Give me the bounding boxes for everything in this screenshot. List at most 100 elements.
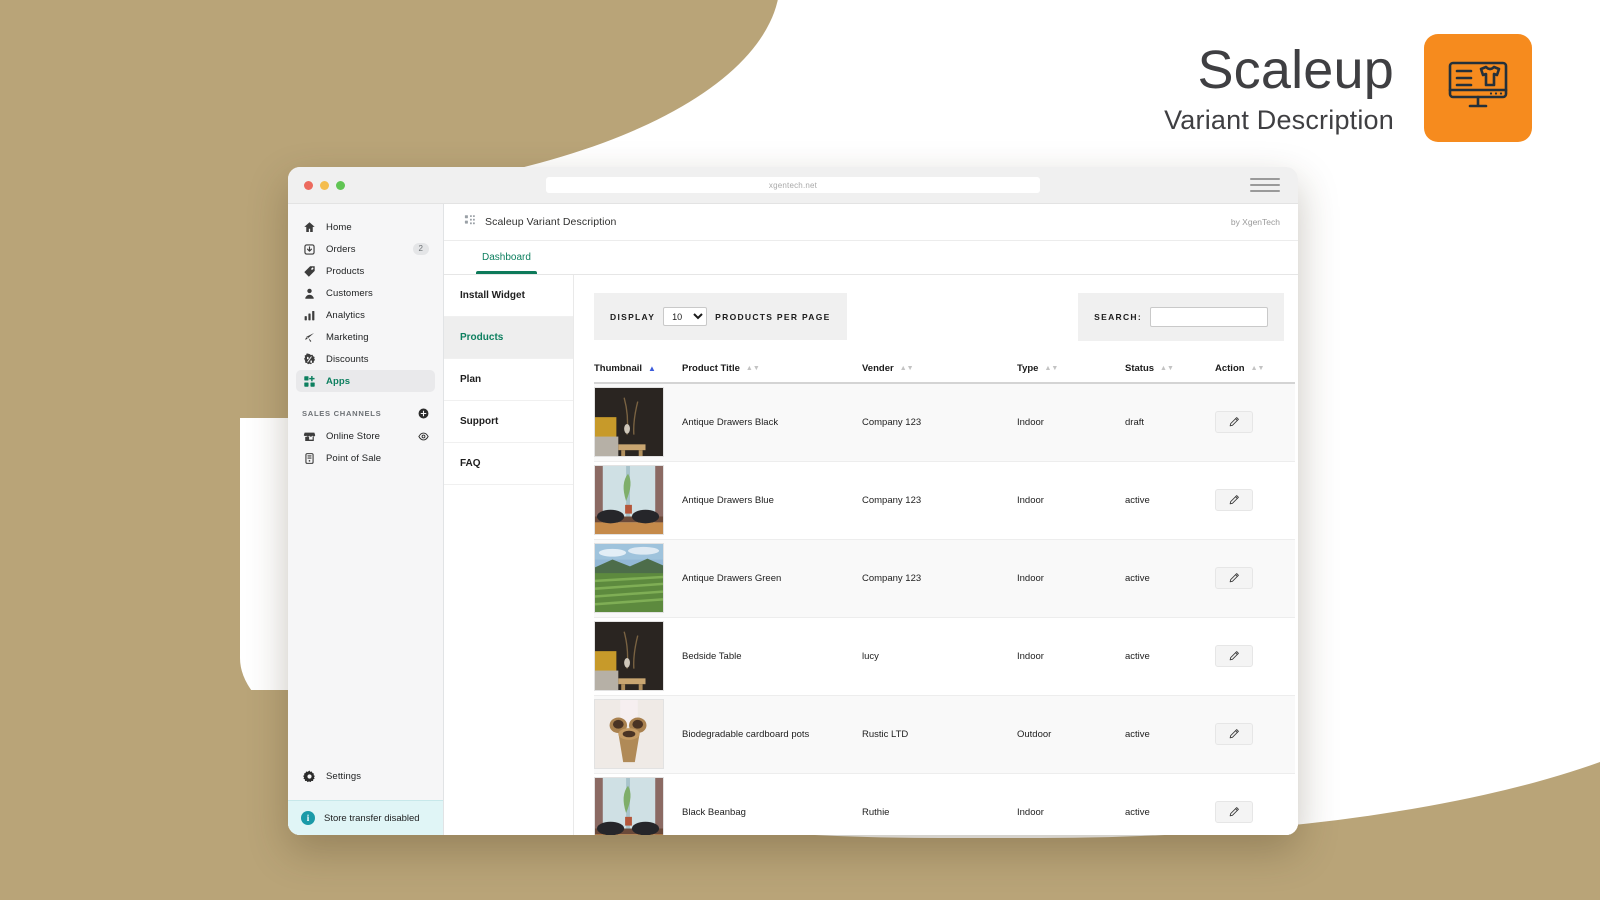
action-cell: [1215, 539, 1295, 617]
product-title-cell: Biodegradable cardboard pots: [682, 728, 810, 740]
dark-room-vase-thumb: [594, 387, 664, 458]
discount-tag-icon: [302, 352, 316, 366]
product-title-cell: Antique Drawers Blue: [682, 494, 774, 506]
app-menu-item-faq[interactable]: FAQ: [444, 443, 573, 485]
window-plant-thumb: [594, 465, 664, 535]
status-cell: draft: [1125, 416, 1145, 428]
hamburger-line: [1250, 178, 1280, 180]
app-menu-item-install-widget[interactable]: Install Widget: [444, 275, 573, 317]
thumbnail-cell: [594, 383, 682, 461]
products-panel: DISPLAY 10 25 50 100 PRODUCTS PER PAGE S…: [574, 275, 1298, 835]
edit-product-button[interactable]: [1215, 645, 1253, 667]
thumbnail-cell: [594, 461, 682, 539]
edit-product-button[interactable]: [1215, 567, 1253, 589]
sidebar-item-online-store[interactable]: Online Store: [296, 425, 435, 447]
table-row[interactable]: Antique Drawers Green Company 123 Indoor…: [594, 539, 1295, 617]
sidebar-item-settings[interactable]: Settings: [288, 764, 443, 788]
column-header-vender[interactable]: Vender ▲▼: [862, 357, 1017, 384]
window-traffic-lights: [304, 180, 345, 190]
megaphone-icon: [302, 330, 316, 344]
vendor-cell: Company 123: [862, 416, 922, 428]
cardboard-pots-thumb: [594, 699, 664, 769]
status-cell: active: [1125, 650, 1150, 662]
edit-product-button[interactable]: [1215, 723, 1253, 745]
sidebar-item-apps[interactable]: Apps: [296, 370, 435, 392]
search-input[interactable]: [1150, 307, 1268, 327]
sales-channels-section-header: SALES CHANNELS: [302, 408, 429, 419]
sales-channels-label: SALES CHANNELS: [302, 409, 382, 418]
display-label: DISPLAY: [610, 311, 656, 322]
eye-icon[interactable]: [418, 431, 429, 442]
address-bar[interactable]: xgentech.net: [546, 177, 1040, 193]
sidebar-item-products[interactable]: Products: [296, 260, 435, 282]
vendor-cell: Company 123: [862, 572, 922, 584]
address-bar-url: xgentech.net: [768, 180, 818, 190]
vendor-cell: Ruthie: [862, 806, 890, 818]
column-label: Action: [1215, 363, 1245, 374]
minimize-window-button[interactable]: [320, 180, 329, 190]
sidebar-item-customers[interactable]: Customers: [296, 282, 435, 304]
product-title-cell: Antique Drawers Green: [682, 572, 782, 584]
sidebar-item-analytics[interactable]: Analytics: [296, 304, 435, 326]
action-cell: [1215, 773, 1295, 835]
column-header-status[interactable]: Status ▲▼: [1125, 357, 1215, 384]
tab-dashboard[interactable]: Dashboard: [470, 241, 543, 274]
app-menu-label: Products: [460, 332, 504, 343]
apps-grid-icon: [302, 374, 316, 388]
app-header-left: Scaleup Variant Description: [464, 213, 617, 231]
shopify-sidebar: Home Orders 2 Products Customers Analyti…: [288, 204, 444, 835]
sidebar-label: Customers: [326, 287, 373, 299]
edit-product-button[interactable]: [1215, 411, 1253, 434]
column-label: Vender: [862, 363, 894, 374]
column-header-action[interactable]: Action ▲▼: [1215, 357, 1295, 384]
brand-subtitle: Variant Description: [1164, 104, 1394, 135]
status-cell: active: [1125, 806, 1150, 818]
close-window-button[interactable]: [304, 180, 313, 190]
table-row[interactable]: Bedside Table lucy Indoor active: [594, 617, 1295, 695]
sort-both-icon: ▲▼: [1250, 364, 1265, 372]
column-header-product-title[interactable]: Product Title ▲▼: [682, 357, 862, 384]
browser-titlebar: xgentech.net: [288, 167, 1298, 204]
action-cell: [1215, 695, 1295, 773]
store-transfer-banner[interactable]: i Store transfer disabled: [288, 800, 443, 835]
hamburger-icon[interactable]: [1250, 178, 1280, 192]
sidebar-label: Analytics: [326, 309, 365, 321]
column-header-thumbnail[interactable]: Thumbnail ▲: [594, 357, 682, 384]
sidebar-item-marketing[interactable]: Marketing: [296, 326, 435, 348]
app-menu-item-plan[interactable]: Plan: [444, 359, 573, 401]
app-menu-label: FAQ: [460, 458, 481, 469]
sidebar-label: Marketing: [326, 331, 369, 343]
app-menu-item-support[interactable]: Support: [444, 401, 573, 443]
sidebar-item-discounts[interactable]: Discounts: [296, 348, 435, 370]
table-row[interactable]: Antique Drawers Black Company 123 Indoor…: [594, 383, 1295, 461]
brand-title: Scaleup: [1197, 40, 1394, 100]
table-row[interactable]: Biodegradable cardboard pots Rustic LTD …: [594, 695, 1295, 773]
column-header-type[interactable]: Type ▲▼: [1017, 357, 1125, 384]
edit-product-button[interactable]: [1215, 801, 1253, 823]
window-plant-thumb: [594, 777, 664, 835]
app-menu-item-products[interactable]: Products: [444, 317, 573, 359]
per-page-select[interactable]: 10 25 50 100: [663, 307, 708, 326]
thumbnail-cell: [594, 617, 682, 695]
table-row[interactable]: Antique Drawers Blue Company 123 Indoor …: [594, 461, 1295, 539]
sidebar-item-home[interactable]: Home: [296, 216, 435, 238]
type-cell: Indoor: [1017, 572, 1044, 584]
plus-circle-icon[interactable]: [418, 408, 429, 419]
sidebar-label: Products: [326, 265, 365, 277]
products-toolbar: DISPLAY 10 25 50 100 PRODUCTS PER PAGE S…: [594, 293, 1284, 341]
sidebar-item-point-of-sale[interactable]: Point of Sale: [296, 447, 435, 469]
maximize-window-button[interactable]: [336, 180, 345, 190]
table-row[interactable]: Black Beanbag Ruthie Indoor active: [594, 773, 1295, 835]
monitor-tshirt-icon: [1447, 59, 1509, 118]
sidebar-label: Home: [326, 221, 352, 233]
info-icon: i: [301, 811, 315, 825]
column-label: Product Title: [682, 363, 740, 374]
edit-product-button[interactable]: [1215, 489, 1253, 511]
sort-both-icon: ▲▼: [1044, 364, 1059, 372]
sidebar-item-orders[interactable]: Orders 2: [296, 238, 435, 260]
products-per-page-label: PRODUCTS PER PAGE: [715, 311, 831, 322]
status-cell: active: [1125, 572, 1150, 584]
app-area: Scaleup Variant Description by XgenTech …: [444, 204, 1298, 835]
products-table: Thumbnail ▲ Product Title ▲▼ Vender ▲▼ T…: [594, 357, 1295, 835]
